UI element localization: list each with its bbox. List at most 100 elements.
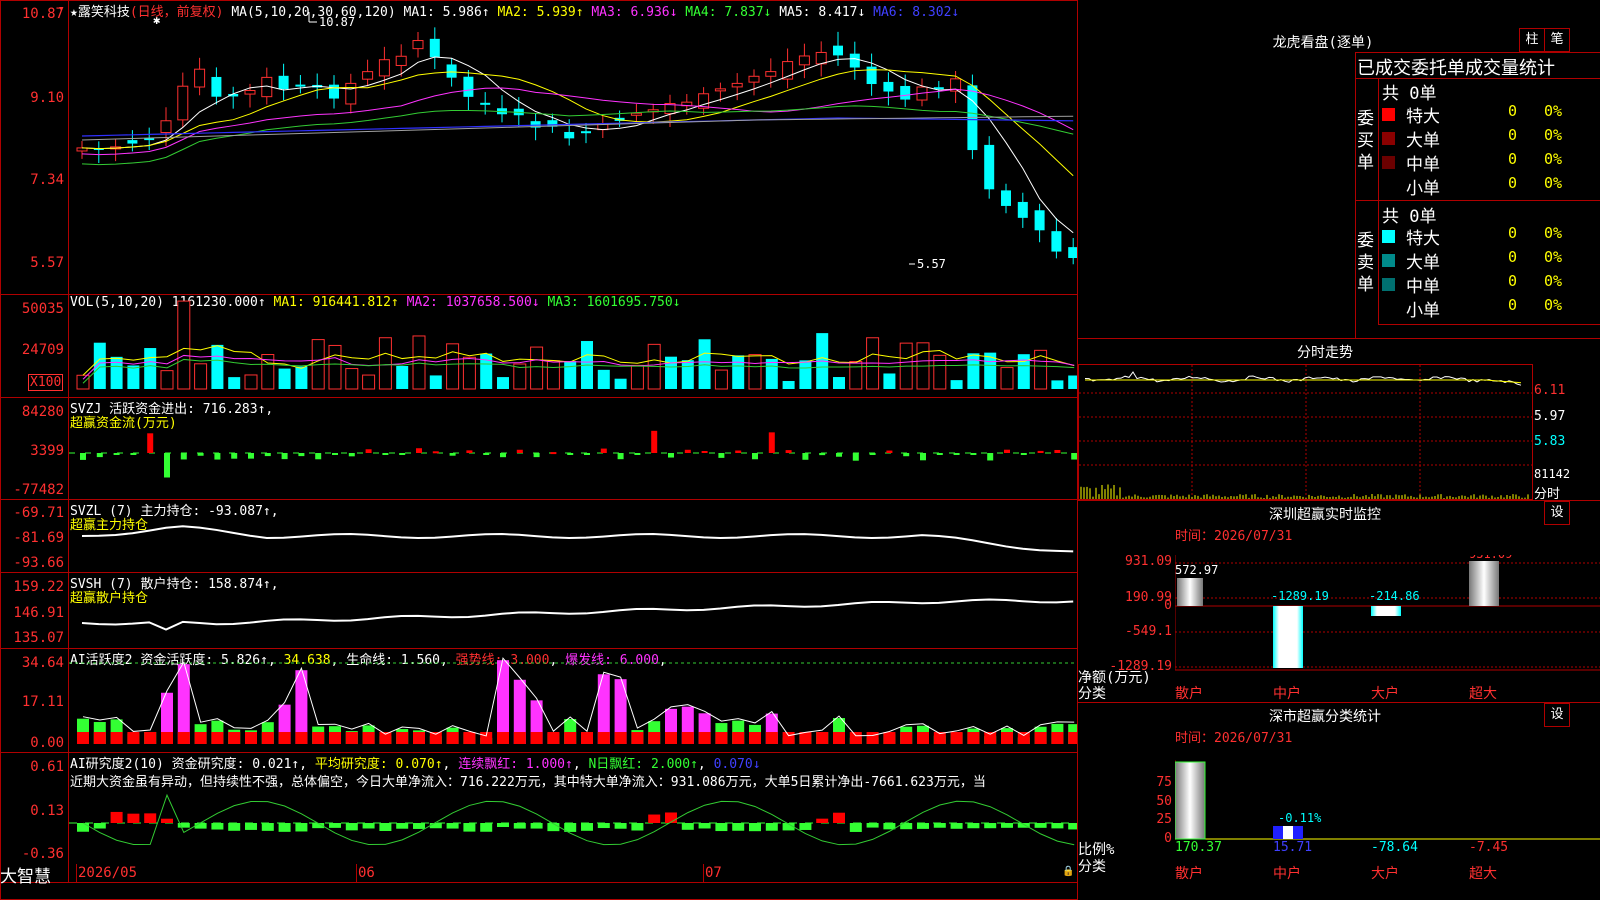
- research-bar: [967, 823, 980, 829]
- flow-bar: [113, 453, 120, 455]
- order-count: 0: [1508, 272, 1518, 290]
- research-bar: [732, 823, 745, 831]
- column-mode-button[interactable]: 柱: [1519, 28, 1545, 52]
- classify-category: 中户: [1273, 866, 1301, 882]
- research-bar: [362, 823, 375, 829]
- volume-bar-down: [1051, 380, 1064, 389]
- flow-bar: [651, 430, 658, 453]
- pen-mode-button[interactable]: 笔: [1544, 28, 1570, 52]
- flow-bar: [130, 453, 137, 455]
- intraday-chart-frame[interactable]: [1078, 364, 1534, 501]
- volume-bar-down: [698, 339, 711, 389]
- order-type: 中单: [1406, 277, 1440, 297]
- volume-bar-up: [328, 344, 342, 390]
- base-bar: [732, 732, 745, 744]
- flow-bar: [936, 453, 943, 455]
- research-bar: [1068, 823, 1077, 830]
- legend-swatch: [1382, 230, 1395, 243]
- candle-down: [581, 131, 591, 134]
- candle-down: [480, 102, 491, 105]
- classify-settings-button[interactable]: 设: [1544, 703, 1570, 727]
- legend-swatch: [1382, 132, 1395, 145]
- candle-down: [1034, 210, 1045, 231]
- flow-bar: [483, 453, 490, 455]
- volume-bar-down: [429, 375, 442, 389]
- candle-up: [177, 85, 189, 121]
- base-bar: [77, 732, 89, 744]
- monitor-category: 大户: [1371, 686, 1399, 702]
- flow-bar: [432, 451, 439, 454]
- svzl-chart[interactable]: [69, 500, 1077, 572]
- volume-chart[interactable]: [69, 295, 1077, 397]
- candlestick-chart[interactable]: 10.87 5.57 ✱: [69, 0, 1077, 295]
- classify-category: 超大: [1469, 866, 1497, 882]
- svsh-chart[interactable]: [69, 573, 1077, 648]
- base-bar: [782, 732, 795, 744]
- base-bar: [396, 732, 409, 744]
- research-bar: [77, 823, 89, 832]
- base-bar: [883, 732, 896, 744]
- svzj-axis-label: 3399: [30, 443, 64, 459]
- classify-title: 深市超赢分类统计: [1269, 709, 1381, 725]
- classify-xlabel: 分类: [1078, 859, 1106, 875]
- lock-icon[interactable]: 🔒: [1062, 866, 1074, 877]
- vol-unit-button[interactable]: X100: [28, 374, 64, 391]
- base-bar: [967, 732, 980, 744]
- volume-bar-up: [194, 363, 208, 390]
- research-bar: [345, 823, 358, 831]
- flow-bar: [802, 453, 809, 460]
- order-count: 0: [1508, 102, 1518, 120]
- classify-axis-label: 75: [1156, 775, 1172, 790]
- research-bar: [463, 823, 476, 832]
- monitor-settings-button[interactable]: 设: [1544, 501, 1570, 525]
- monitor-chart[interactable]: 572.97 -1289.19 -214.86 931.09: [1175, 555, 1600, 685]
- volume-bar-down: [144, 348, 157, 389]
- svzj-chart[interactable]: [69, 398, 1077, 499]
- volume-bar-down: [883, 373, 896, 389]
- price-axis-label: 5.57: [30, 255, 64, 271]
- intraday-chart[interactable]: [1079, 365, 1534, 501]
- research-bar: [597, 823, 610, 829]
- research-bar: [833, 812, 845, 823]
- intraday-axis-label: 5.83: [1534, 434, 1566, 449]
- flow-bar: [365, 449, 372, 453]
- volume-bar-up: [76, 374, 90, 390]
- classify-bar-retail: [1175, 761, 1206, 840]
- volume-bar-down: [614, 378, 627, 389]
- flow-bar: [785, 450, 792, 453]
- candle-up: [160, 120, 172, 134]
- research-bar: [765, 823, 778, 831]
- flow-bar: [180, 453, 187, 460]
- research-bar: [396, 823, 409, 829]
- svzl-axis-label: -69.71: [13, 505, 64, 521]
- classify-axis-label: 0: [1164, 831, 1172, 846]
- flow-bar: [80, 453, 86, 460]
- volume-bar-up: [378, 337, 392, 390]
- menu-marker-icon[interactable]: ▾: [58, 2, 65, 15]
- flow-bar: [231, 453, 238, 459]
- monitor-category: 散户: [1175, 686, 1203, 702]
- volume-bar-up: [446, 343, 460, 390]
- ai-research-chart[interactable]: [69, 753, 1077, 882]
- base-bar: [547, 732, 560, 744]
- flow-bar: [718, 453, 725, 458]
- classify-bar-mid-core: [1283, 826, 1293, 839]
- base-bar: [1034, 732, 1047, 744]
- brand-logo[interactable]: 大智慧: [0, 862, 51, 887]
- research-bar: [984, 823, 997, 829]
- base-bar: [1001, 732, 1013, 744]
- base-bar: [93, 732, 106, 744]
- research-bar: [698, 823, 711, 829]
- intraday-axis-label: 5.97: [1534, 409, 1566, 424]
- ai-active-chart[interactable]: [69, 649, 1077, 752]
- flow-bar: [987, 453, 994, 461]
- intraday-axis-label: 81142: [1534, 467, 1571, 481]
- base-bar: [211, 732, 224, 744]
- candle-up: [630, 112, 642, 116]
- base-bar: [228, 732, 241, 744]
- volume-bar-down: [950, 380, 963, 389]
- candle-down: [329, 84, 339, 99]
- base-bar: [127, 732, 140, 744]
- volume-bar-down: [1068, 375, 1077, 389]
- date-label: 07: [705, 865, 722, 881]
